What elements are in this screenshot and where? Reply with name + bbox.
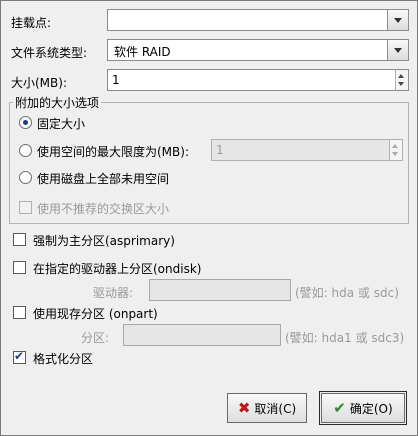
partition-field-label: 分区: (81, 331, 110, 345)
ok-icon: ✔ (333, 399, 346, 417)
ok-label: 确定(O) (349, 401, 393, 416)
mount-point-label: 挂载点: (11, 16, 52, 30)
size-value: 1 (112, 73, 120, 87)
size-spin-buttons[interactable] (395, 70, 408, 90)
cancel-icon: ✖ (237, 399, 251, 417)
drive-field-label: 驱动器: (93, 286, 134, 300)
drive-input[interactable] (149, 279, 291, 301)
spin-down-icon[interactable] (392, 152, 398, 156)
size-spinbutton[interactable]: 1 (107, 69, 409, 91)
max-size-value: 1 (216, 143, 224, 157)
onpart-checkbox[interactable] (13, 306, 26, 319)
partition-hint: (譬如: hda1 或 sdc3) (285, 331, 405, 345)
fixed-size-label[interactable]: 固定大小 (37, 115, 85, 132)
mount-point-combo[interactable] (107, 9, 409, 31)
format-checkbox[interactable] (13, 349, 26, 364)
recommended-swap-label[interactable]: 使用不推荐的交换区大小 (37, 200, 169, 217)
fs-type-combo[interactable]: 软件 RAID (107, 39, 409, 61)
fixed-size-radio[interactable] (19, 116, 32, 129)
mount-point-dropdown-button[interactable] (387, 10, 408, 30)
fill-disk-radio[interactable] (19, 171, 32, 184)
cancel-label: 取消(C) (254, 401, 297, 416)
fs-type-value: 软件 RAID (114, 45, 171, 59)
force-primary-label[interactable]: 强制为主分区(asprimary) (33, 232, 175, 249)
cancel-button[interactable]: ✖ 取消(C) (227, 393, 307, 423)
partition-options-dialog: 挂载点: 文件系统类型: 软件 RAID 大小(MB): 1 附加的大小选项 固… (0, 0, 418, 436)
spin-up-icon[interactable] (392, 144, 398, 148)
ondisk-checkbox[interactable] (13, 261, 26, 274)
max-size-radio[interactable] (19, 144, 32, 157)
force-primary-checkbox[interactable] (13, 233, 26, 246)
max-size-label[interactable]: 使用空间的最大限度为(MB): (37, 143, 189, 160)
ondisk-label[interactable]: 在指定的驱动器上分区(ondisk) (33, 260, 201, 277)
fs-type-dropdown-button[interactable] (387, 40, 408, 60)
chevron-down-icon (394, 17, 402, 23)
ok-button[interactable]: ✔ 确定(O) (319, 391, 407, 425)
spin-up-icon[interactable] (398, 74, 404, 78)
format-label[interactable]: 格式化分区 (33, 350, 93, 367)
partition-input[interactable] (123, 324, 281, 346)
size-label: 大小(MB): (11, 76, 67, 90)
size-options-title: 附加的大小选项 (13, 94, 102, 111)
onpart-label[interactable]: 使用现存分区 (onpart) (33, 305, 158, 322)
drive-hint: (譬如: hda 或 sdc) (295, 286, 399, 300)
chevron-down-icon (394, 47, 402, 53)
max-size-spinbutton[interactable]: 1 (211, 139, 403, 161)
fill-disk-label[interactable]: 使用磁盘上全部未用空间 (37, 170, 169, 187)
fs-type-label: 文件系统类型: (11, 46, 88, 60)
recommended-swap-checkbox[interactable] (19, 201, 32, 214)
spin-down-icon[interactable] (398, 82, 404, 86)
max-size-spin-buttons[interactable] (389, 140, 402, 160)
